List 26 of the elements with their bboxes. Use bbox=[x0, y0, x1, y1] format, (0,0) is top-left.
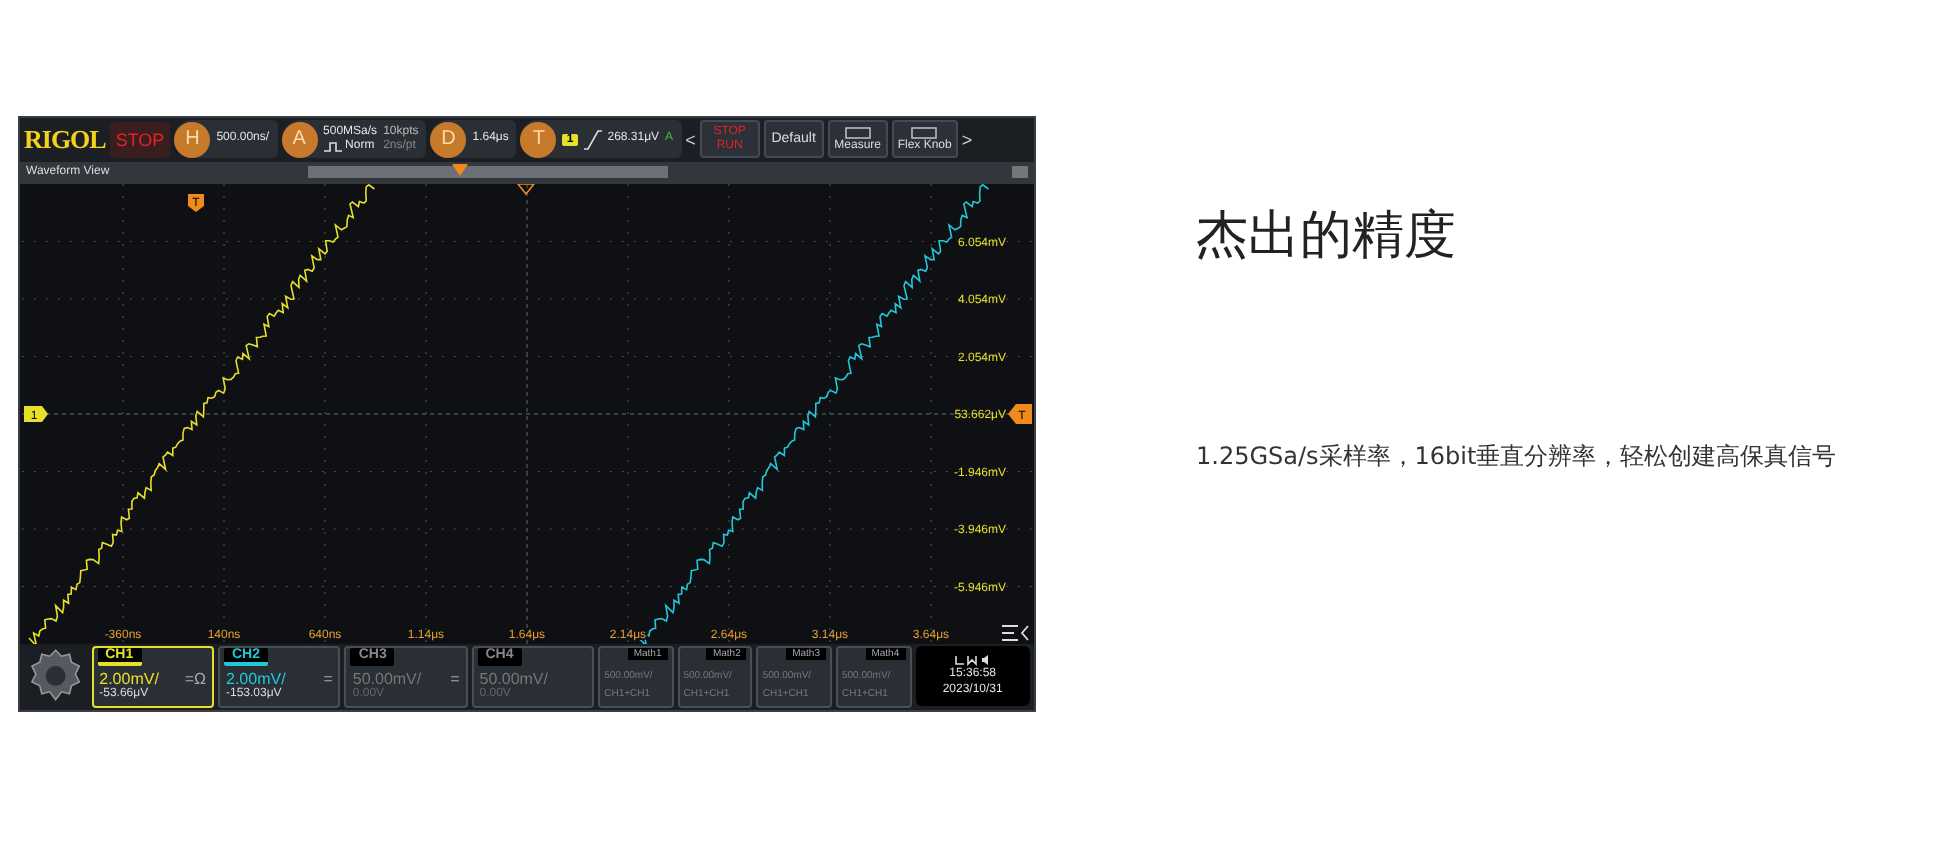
coupling-symbol: =Ω bbox=[184, 669, 206, 688]
coupling-symbol: = bbox=[450, 669, 460, 688]
coupling-symbol: = bbox=[323, 669, 333, 688]
section-heading: 杰出的精度 bbox=[1196, 204, 1458, 270]
panel-icon bbox=[910, 125, 939, 140]
channel-scale: 2.00mV/ bbox=[99, 669, 159, 688]
run-status: STOP bbox=[109, 121, 171, 158]
scroll-left-button[interactable]: < bbox=[685, 129, 696, 150]
acquire-badge: A bbox=[281, 121, 318, 158]
channel-scale: 50.00mV/ bbox=[352, 669, 422, 688]
status-icon bbox=[952, 654, 993, 667]
panel-icon[interactable] bbox=[1012, 166, 1028, 179]
delay-badge: D bbox=[430, 121, 467, 158]
section-description: 1.25GSa/s采样率，16bit垂直分辨率，轻松创建高保真信号 bbox=[1196, 440, 1837, 474]
overview-strip[interactable] bbox=[307, 166, 668, 179]
brand-logo: RIGOL bbox=[24, 123, 106, 156]
pulse-icon bbox=[323, 141, 342, 152]
center-marker-icon bbox=[516, 183, 536, 195]
horizontal-badge: H bbox=[174, 121, 211, 158]
rising-edge-icon bbox=[583, 129, 602, 150]
scroll-right-button[interactable]: > bbox=[961, 129, 973, 150]
panel-icon bbox=[843, 125, 872, 140]
channel-scale: 50.00mV/ bbox=[479, 669, 548, 688]
trigger-badge: T bbox=[520, 121, 557, 158]
channel-scale: 2.00mV/ bbox=[226, 669, 286, 688]
menu-icon[interactable] bbox=[1001, 624, 1029, 640]
